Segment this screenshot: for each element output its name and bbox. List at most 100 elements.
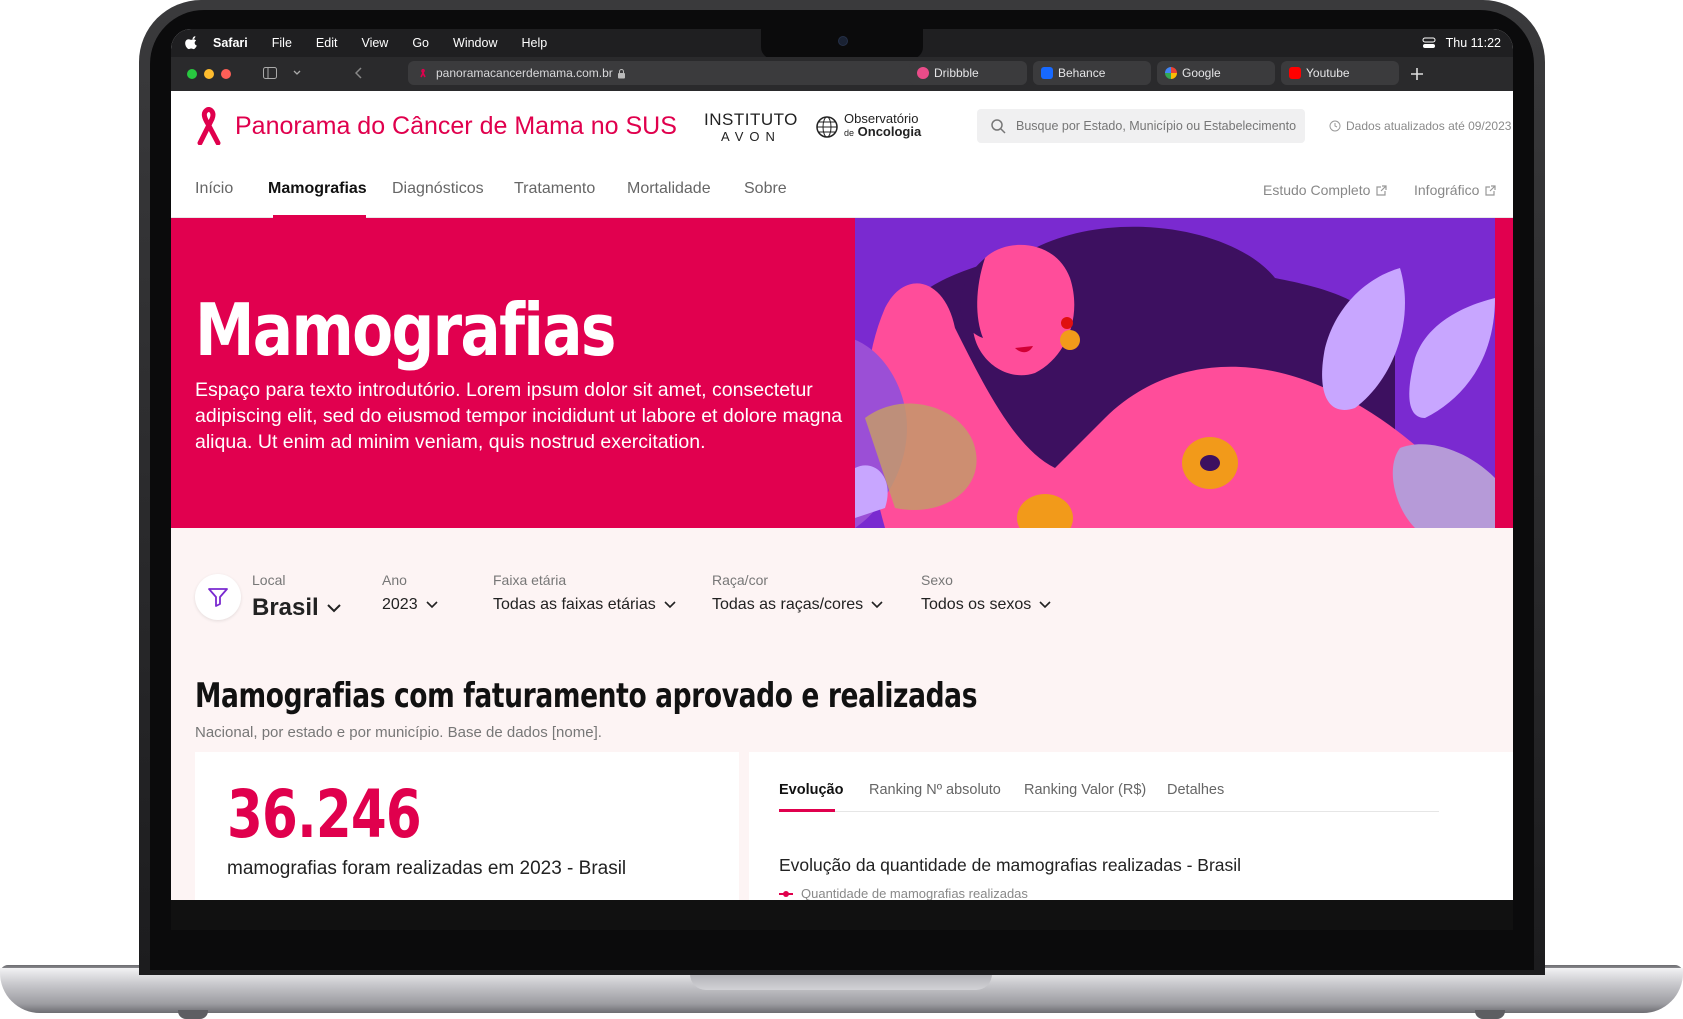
kpi-caption: mamografias foram realizadas em 2023 - B… [227, 858, 627, 879]
camera [838, 36, 848, 46]
pink-ribbon-logo [197, 107, 221, 145]
filter-button[interactable] [195, 574, 241, 620]
traffic-light-yellow[interactable] [204, 69, 214, 79]
filter-value[interactable]: Brasil [252, 594, 341, 622]
tab-label: Dribbble [934, 66, 979, 80]
webpage: Panorama do Câncer de Mama no SUS INSTIT… [171, 91, 1513, 900]
instituto-avon-logo[interactable]: INSTITUTO AVON [704, 111, 798, 145]
logo-line: Oncologia [857, 124, 922, 139]
chevron-down-icon [1039, 601, 1051, 609]
filter-label: Faixa etária [493, 572, 567, 588]
chart-tabs: Evolução Ranking Nº absoluto Ranking Val… [779, 782, 1439, 812]
chevron-down-icon [664, 601, 676, 609]
traffic-light-green[interactable] [187, 69, 197, 79]
globe-icon [816, 115, 838, 138]
filter-value-text: Todas as faixas etárias [493, 596, 656, 613]
filter-icon [208, 588, 228, 607]
filter-value[interactable]: Todas as faixas etárias [493, 596, 676, 614]
chevron-down-icon [426, 601, 438, 609]
filter-faixa-etaria[interactable]: Faixa etária Todas as faixas etárias [493, 572, 676, 614]
logo-line: AVON [721, 129, 781, 144]
site-header: Panorama do Câncer de Mama no SUS INSTIT… [171, 91, 1513, 163]
chart-title: Evolução da quantidade de mamografias re… [779, 855, 1242, 875]
menu-go[interactable]: Go [412, 36, 429, 50]
search-placeholder: Busque por Estado, Município ou Estabele… [1016, 119, 1297, 133]
filter-value[interactable]: Todos os sexos [921, 596, 1051, 614]
filter-value[interactable]: 2023 [382, 596, 438, 614]
control-center-icon[interactable] [1422, 37, 1436, 49]
filter-label: Ano [382, 572, 407, 588]
logo-line: de [844, 128, 855, 138]
youtube-icon [1289, 67, 1301, 79]
legend-label: Quantidade de mamografias realizadas [801, 886, 1028, 900]
tab-behance[interactable]: Behance [1033, 61, 1151, 85]
back-arrow-icon[interactable] [355, 67, 363, 79]
last-updated: Dados atualizados até 09/2023 [1329, 119, 1511, 133]
menu-app-name[interactable]: Safari [213, 36, 248, 50]
tab-dribbble[interactable]: Dribbble [909, 61, 1027, 85]
clock[interactable]: Thu 11:22 [1446, 36, 1501, 50]
sidebar-toggle-icon[interactable] [263, 67, 277, 79]
external-link-icon [1376, 184, 1388, 196]
filter-value[interactable]: Todas as raças/cores [712, 596, 883, 614]
nav-mortalidade[interactable]: Mortalidade [627, 180, 711, 198]
dribbble-icon [917, 67, 929, 79]
filter-sexo[interactable]: Sexo Todos os sexos [921, 572, 1051, 614]
filter-ano[interactable]: Ano 2023 [382, 572, 438, 614]
lock-icon [617, 68, 625, 78]
filter-local[interactable]: Local Brasil [252, 572, 341, 622]
url-text[interactable]: panoramacancerdemama.com.br [436, 66, 613, 80]
address-bar[interactable]: panoramacancerdemama.com.br [408, 61, 938, 85]
kpi-card: 36.246 mamografias foram realizadas em 2… [195, 752, 739, 900]
menu-view[interactable]: View [361, 36, 388, 50]
nav-estudo-completo[interactable]: Estudo Completo [1263, 182, 1388, 198]
filter-label: Raça/cor [712, 572, 769, 588]
ribbon-favicon [420, 68, 426, 78]
menu-window[interactable]: Window [453, 36, 497, 50]
filter-raca-cor[interactable]: Raça/cor Todas as raças/cores [712, 572, 883, 614]
search-input[interactable]: Busque por Estado, Município ou Estabele… [977, 109, 1305, 143]
tab-label: Behance [1058, 66, 1106, 80]
nav-inicio[interactable]: Início [195, 180, 233, 198]
tab-detalhes[interactable]: Detalhes [1167, 782, 1224, 798]
filter-value-text: Brasil [252, 594, 319, 621]
window-controls [187, 69, 231, 79]
hero-intro-text: Espaço para texto introdutório. Lorem ip… [195, 379, 843, 453]
nav-infografico[interactable]: Infográfico [1414, 182, 1496, 198]
screen-bottom-bezel [171, 900, 1513, 930]
observatorio-oncologia-logo[interactable]: Observatório de Oncologia [816, 112, 922, 140]
brand[interactable]: Panorama do Câncer de Mama no SUS [195, 107, 677, 145]
behance-icon [1041, 67, 1053, 79]
menu-file[interactable]: File [272, 36, 292, 50]
filter-value-text: Todas as raças/cores [712, 596, 864, 613]
nav-mamografias[interactable]: Mamografias [268, 180, 367, 198]
nav-diagnosticos[interactable]: Diagnósticos [392, 180, 484, 198]
chart-card: Evolução Ranking Nº absoluto Ranking Val… [749, 752, 1513, 900]
nav-tratamento[interactable]: Tratamento [514, 180, 595, 198]
tab-evolucao[interactable]: Evolução [779, 782, 843, 798]
legend-marker-icon [779, 890, 793, 897]
woman-illustration [855, 218, 1513, 528]
active-tab-underline [779, 809, 835, 812]
tab-ranking-valor[interactable]: Ranking Valor (R$) [1024, 782, 1146, 798]
screen: Safari File Edit View Go Window Help Thu… [171, 29, 1513, 900]
menu-edit[interactable]: Edit [316, 36, 338, 50]
laptop-foot [178, 1010, 208, 1019]
chevron-down-icon[interactable] [293, 70, 301, 76]
content-area: Local Brasil Ano 2023 Faixa etária Todas… [171, 528, 1513, 900]
menu-help[interactable]: Help [521, 36, 547, 50]
tab-label: Google [1182, 66, 1221, 80]
section-subtitle: Nacional, por estado e por município. Ba… [195, 724, 602, 741]
google-icon [1165, 67, 1177, 79]
chevron-down-icon [326, 603, 341, 612]
filter-value-text: 2023 [382, 596, 418, 613]
apple-icon[interactable] [185, 36, 199, 50]
laptop-foot [1475, 1010, 1505, 1019]
tab-google[interactable]: Google [1157, 61, 1275, 85]
nav-sobre[interactable]: Sobre [744, 180, 787, 198]
tab-youtube[interactable]: Youtube [1281, 61, 1399, 85]
traffic-light-red[interactable] [221, 69, 231, 79]
new-tab-icon[interactable] [1411, 68, 1423, 80]
tab-ranking-absoluto[interactable]: Ranking Nº absoluto [869, 782, 1001, 798]
nav-label: Estudo Completo [1263, 182, 1371, 198]
